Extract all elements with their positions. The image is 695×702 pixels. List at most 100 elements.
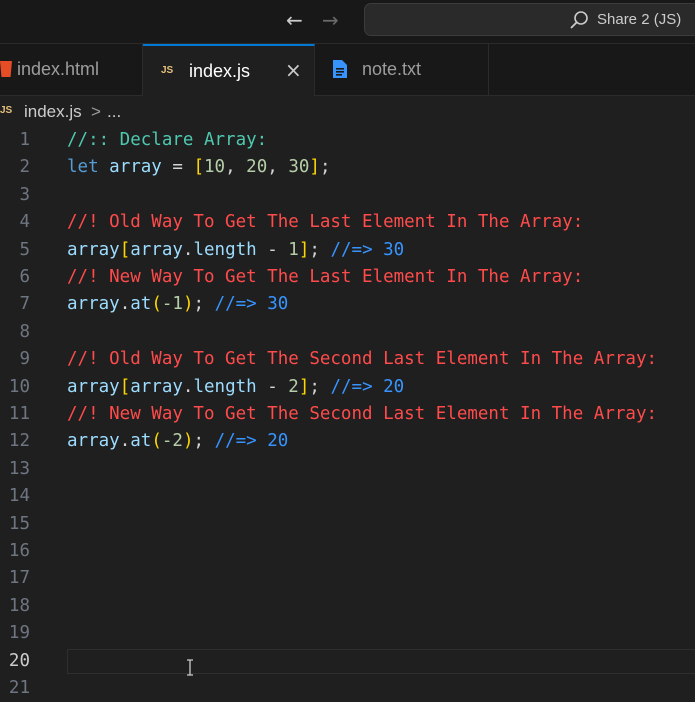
code-line[interactable]: 4 //! Old Way To Get The Last Element In … bbox=[0, 209, 695, 236]
arrow-right-icon[interactable]: → bbox=[322, 9, 339, 31]
code-line[interactable]: 5 array[array.length - 1]; //=> 30 bbox=[0, 237, 695, 264]
code-line[interactable]: 11 //! New Way To Get The Second Last Ele… bbox=[0, 401, 695, 428]
code-token: //! Old Way To Get The Second Last Eleme… bbox=[67, 349, 658, 370]
code-editor[interactable]: 1 //:: Declare Array:2 let array = [10, 20… bbox=[0, 127, 695, 698]
tab-note-txt[interactable]: note.txt bbox=[315, 44, 489, 95]
line-number: 4 bbox=[19, 212, 30, 233]
code-token: ( bbox=[151, 294, 162, 315]
code-line[interactable]: 6 //! New Way To Get The Last Element In … bbox=[0, 264, 695, 291]
code-text: //:: Declare Array: bbox=[67, 127, 267, 154]
code-text: array.at(-1); //=> 30 bbox=[67, 291, 288, 318]
code-token: //! Old Way To Get The Last Element In T… bbox=[67, 212, 584, 233]
code-token: //! New Way To Get The Second Last Eleme… bbox=[67, 404, 658, 424]
code-token: . bbox=[119, 431, 131, 452]
breadcrumb-more[interactable]: ... bbox=[107, 102, 121, 122]
command-center[interactable]: Share 2 (JS) bbox=[364, 3, 695, 36]
code-line[interactable]: 20 bbox=[0, 648, 695, 675]
breadcrumb: JS index.js > ... bbox=[0, 96, 695, 128]
code-line[interactable]: 13 bbox=[0, 456, 695, 483]
code-token: at bbox=[130, 431, 152, 452]
close-icon[interactable]: × bbox=[285, 60, 302, 80]
tab-label: note.txt bbox=[362, 59, 422, 79]
code-token: //:: Declare Array: bbox=[67, 130, 268, 150]
line-number: 1 bbox=[19, 130, 30, 150]
html-file-icon bbox=[0, 61, 12, 77]
code-token: ; bbox=[193, 294, 215, 315]
tab-label: index.html bbox=[17, 59, 100, 79]
code-text: array[array.length - 1]; //=> 30 bbox=[67, 237, 404, 264]
code-line[interactable]: 19 bbox=[0, 620, 695, 647]
code-token: ; bbox=[193, 431, 215, 452]
code-token: . bbox=[119, 294, 131, 315]
command-center-label: Share 2 (JS) bbox=[597, 11, 682, 28]
code-line[interactable]: 10 array[array.length - 2]; //=> 20 bbox=[0, 374, 695, 401]
chevron-right-icon: > bbox=[91, 102, 101, 121]
code-text: //! New Way To Get The Second Last Eleme… bbox=[67, 401, 657, 428]
code-token: array bbox=[67, 294, 120, 315]
code-line[interactable]: 8 bbox=[0, 319, 695, 346]
line-number: 13 bbox=[8, 458, 30, 479]
line-number: 10 bbox=[8, 376, 30, 397]
code-line[interactable]: 17 bbox=[0, 565, 695, 592]
code-text: //! Old Way To Get The Last Element In T… bbox=[67, 209, 583, 236]
code-token: [ bbox=[119, 376, 131, 397]
code-token: [ bbox=[119, 239, 131, 260]
code-token: 2 bbox=[288, 376, 299, 397]
code-token: ; bbox=[319, 157, 331, 178]
line-number: 8 bbox=[19, 321, 30, 342]
code-token: ; bbox=[309, 376, 331, 397]
breadcrumb-file[interactable]: index.js bbox=[24, 102, 82, 122]
code-token: 1 bbox=[288, 239, 299, 260]
code-token: , bbox=[267, 157, 289, 178]
code-token: 30 bbox=[288, 157, 310, 178]
line-number: 14 bbox=[8, 486, 30, 507]
code-line[interactable]: 7 array.at(-1); //=> 30 bbox=[0, 291, 695, 318]
code-token: . bbox=[182, 376, 194, 397]
code-token: ] bbox=[298, 239, 310, 260]
line-number: 2 bbox=[19, 157, 30, 178]
code-token: -1 bbox=[161, 294, 183, 315]
code-line[interactable]: 3 bbox=[0, 182, 695, 209]
search-icon bbox=[570, 11, 588, 29]
code-token: ) bbox=[182, 431, 194, 452]
code-text: let array = [10, 20, 30]; bbox=[67, 154, 330, 181]
code-token: array bbox=[67, 239, 120, 260]
code-token: -2 bbox=[161, 431, 183, 452]
code-line[interactable]: 21 bbox=[0, 675, 695, 702]
code-token: //=> 20 bbox=[330, 376, 405, 397]
code-line[interactable]: 2 let array = [10, 20, 30]; bbox=[0, 154, 695, 181]
tab-index-js[interactable]: JS index.js × bbox=[143, 44, 315, 96]
code-token: 10 bbox=[204, 157, 226, 178]
code-text: array[array.length - 2]; //=> 20 bbox=[67, 374, 404, 401]
tab-index-html[interactable]: index.html bbox=[0, 44, 143, 95]
arrow-left-icon[interactable]: ← bbox=[286, 9, 303, 31]
code-token: array bbox=[130, 239, 183, 260]
code-line[interactable]: 15 bbox=[0, 511, 695, 538]
line-number: 11 bbox=[8, 404, 30, 424]
code-text: array.at(-2); //=> 20 bbox=[67, 428, 288, 455]
code-line[interactable]: 16 bbox=[0, 538, 695, 565]
line-number: 20 bbox=[8, 650, 30, 671]
code-token: - bbox=[256, 376, 289, 397]
line-number: 3 bbox=[19, 184, 30, 205]
code-token: ) bbox=[182, 294, 194, 315]
code-token: array bbox=[130, 376, 183, 397]
code-token: ( bbox=[151, 431, 162, 452]
code-line[interactable]: 14 bbox=[0, 483, 695, 510]
code-line[interactable]: 9 //! Old Way To Get The Second Last Elem… bbox=[0, 346, 695, 373]
code-token: //=> 30 bbox=[214, 294, 289, 315]
code-token: length bbox=[193, 239, 257, 260]
line-number: 16 bbox=[8, 541, 30, 561]
code-line[interactable]: 12 array.at(-2); //=> 20 bbox=[0, 428, 695, 455]
code-token: array bbox=[109, 157, 162, 178]
code-line[interactable]: 1 //:: Declare Array: bbox=[0, 127, 695, 154]
line-number: 21 bbox=[8, 678, 30, 698]
line-number: 15 bbox=[8, 513, 30, 534]
code-line[interactable]: 18 bbox=[0, 593, 695, 620]
code-token: //! New Way To Get The Last Element In T… bbox=[67, 267, 584, 287]
code-token: ] bbox=[298, 376, 310, 397]
code-token: , bbox=[225, 157, 247, 178]
line-number: 12 bbox=[8, 431, 30, 452]
code-token: = bbox=[161, 157, 194, 178]
